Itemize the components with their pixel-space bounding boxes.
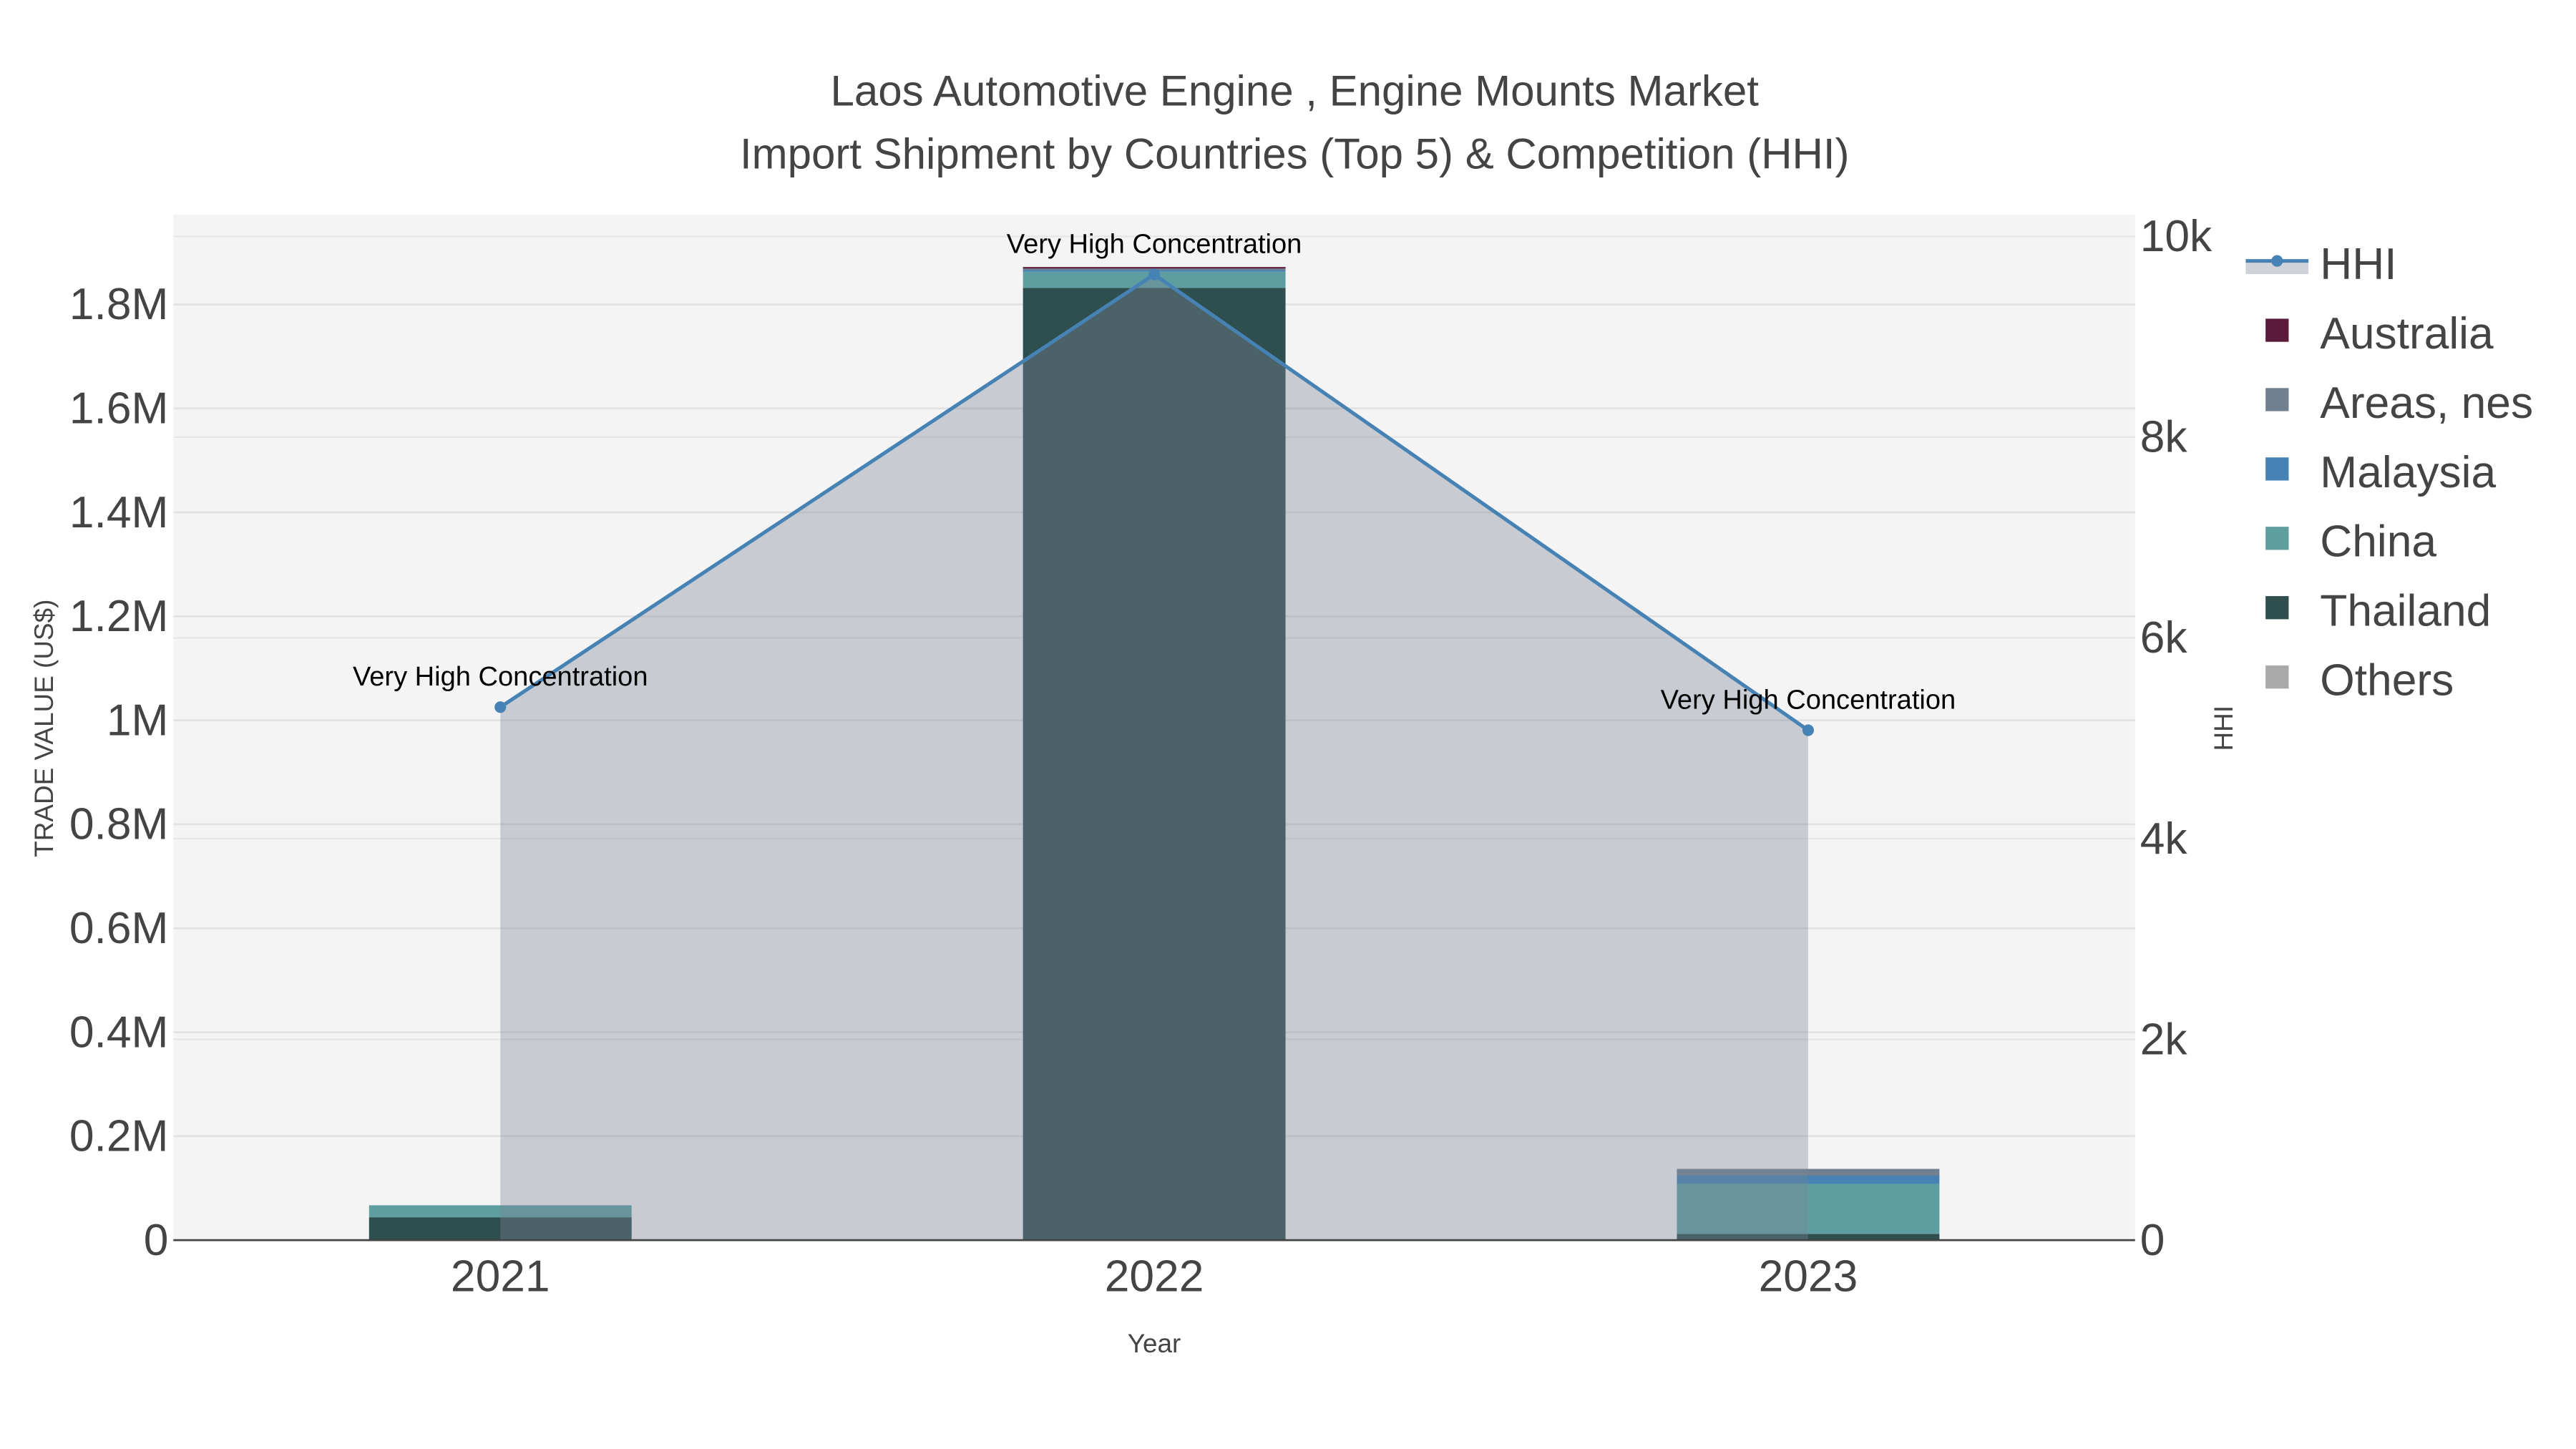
y2-tick-label: 4k	[2140, 814, 2188, 864]
legend-label: Others	[2320, 656, 2454, 706]
y2-tick-label: 6k	[2140, 613, 2188, 663]
y-tick-label: 1.8M	[69, 280, 169, 329]
y-tick-label: 0.2M	[69, 1112, 169, 1161]
chart-title: Laos Automotive Engine , Engine Mounts M…	[831, 67, 1760, 115]
y-tick-label: 1.6M	[69, 384, 169, 434]
x-tick-label: 2021	[451, 1252, 550, 1302]
legend-swatch-china	[2265, 527, 2289, 550]
y-axis-label: TRADE VALUE (US$)	[29, 600, 59, 857]
legend-swatch-areas-nes	[2265, 388, 2289, 411]
y2-tick-label: 10k	[2140, 212, 2212, 261]
hhi-annotation: Very High Concentration	[353, 662, 648, 692]
legend-label: Areas, nes	[2320, 379, 2533, 428]
hhi-point	[1802, 724, 1814, 736]
y2-axis-label: HHI	[2209, 706, 2238, 751]
bar-australia	[1023, 267, 1286, 269]
y-tick-label: 0.8M	[69, 800, 169, 849]
legend-swatch-thailand	[2265, 596, 2289, 620]
y-tick-label: 0	[144, 1216, 169, 1265]
legend-label: Australia	[2320, 309, 2494, 358]
legend-label: HHI	[2320, 240, 2396, 289]
y-tick-label: 1.2M	[69, 592, 169, 641]
x-axis-label: Year	[1128, 1329, 1181, 1358]
y-tick-label: 1M	[107, 696, 169, 745]
legend-label: Malaysia	[2320, 448, 2496, 497]
legend-swatch-malaysia	[2265, 457, 2289, 481]
legend: HHI Australia Areas, nes Malaysia China Thail…	[2245, 240, 2533, 706]
y2-tick-label: 8k	[2140, 413, 2188, 462]
chart: Laos Automotive Engine , Engine Mounts M…	[29, 67, 2533, 1358]
y-tick-label: 0.6M	[69, 904, 169, 953]
legend-label: Thailand	[2320, 587, 2491, 636]
hhi-annotation: Very High Concentration	[1661, 685, 1956, 715]
hhi-point	[494, 701, 507, 713]
legend-swatch-australia	[2265, 318, 2289, 342]
x-tick-label: 2022	[1105, 1252, 1204, 1302]
legend-label: China	[2320, 517, 2436, 567]
x-tick-label: 2023	[1759, 1252, 1858, 1302]
hhi-point	[1148, 268, 1161, 280]
y2-tick-label: 0	[2140, 1216, 2165, 1265]
legend-hhi-marker	[2271, 255, 2283, 267]
chart-subtitle: Import Shipment by Countries (Top 5) & C…	[740, 130, 1850, 177]
y-tick-label: 1.4M	[69, 488, 169, 537]
y-tick-label: 0.4M	[69, 1008, 169, 1057]
legend-swatch-others	[2265, 665, 2289, 689]
y2-tick-label: 2k	[2140, 1015, 2188, 1064]
hhi-annotation: Very High Concentration	[1007, 230, 1302, 260]
